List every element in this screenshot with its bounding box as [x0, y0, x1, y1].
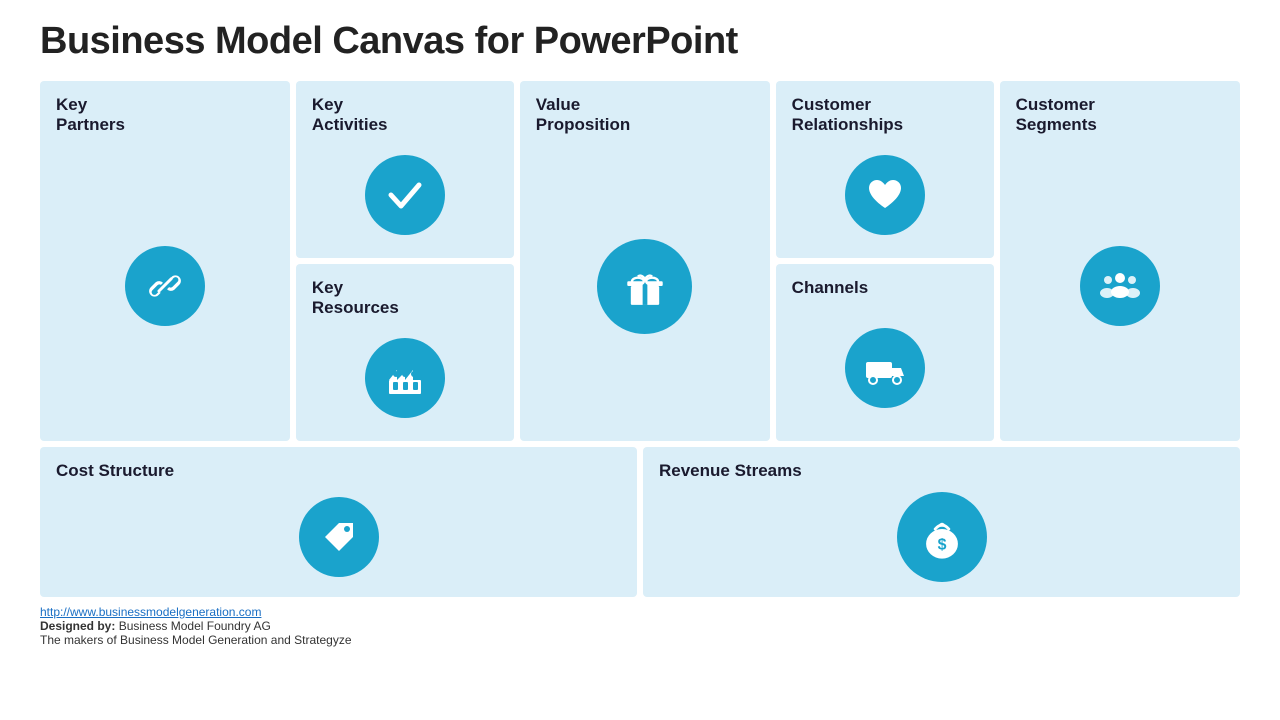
- key-partners-icon-area: [56, 142, 274, 431]
- cell-value-proposition: ValueProposition: [520, 81, 770, 441]
- tag-icon: [317, 515, 361, 559]
- footer-url[interactable]: http://www.businessmodelgeneration.com: [40, 605, 261, 619]
- key-resources-icon-area: [312, 325, 498, 431]
- customer-segments-title: CustomerSegments: [1016, 95, 1097, 136]
- customer-segments-icon-area: [1016, 142, 1224, 431]
- gift-icon: [619, 260, 671, 312]
- key-resources-icon: [365, 338, 445, 418]
- channels-icon-area: [792, 304, 978, 431]
- footer-designer-name: Business Model Foundry AG: [119, 619, 271, 633]
- cell-customer-relationships: CustomerRelationships: [776, 81, 994, 258]
- customer-relationships-title: CustomerRelationships: [792, 95, 903, 136]
- svg-text:$: $: [937, 537, 946, 554]
- truck-icon: [863, 346, 907, 390]
- revenue-streams-icon: $: [897, 492, 987, 582]
- channels-icon: [845, 328, 925, 408]
- cell-key-activities: KeyActivities: [296, 81, 514, 258]
- key-activities-icon: [365, 155, 445, 235]
- customer-stack: CustomerRelationships Channels: [776, 81, 994, 441]
- heart-icon: [863, 173, 907, 217]
- channels-title: Channels: [792, 278, 869, 298]
- page-title: Business Model Canvas for PowerPoint: [40, 20, 1240, 63]
- top-row: KeyPartners KeyActivities: [40, 81, 1240, 441]
- customer-relationships-icon: [845, 155, 925, 235]
- value-proposition-title: ValueProposition: [536, 95, 630, 136]
- checkmark-icon: [383, 173, 427, 217]
- customer-relationships-icon-area: [792, 142, 978, 248]
- canvas-grid: KeyPartners KeyActivities: [40, 81, 1240, 597]
- key-activities-title: KeyActivities: [312, 95, 388, 136]
- cost-structure-title: Cost Structure: [56, 461, 174, 481]
- key-partners-title: KeyPartners: [56, 95, 125, 136]
- activities-resources-stack: KeyActivities KeyResources: [296, 81, 514, 441]
- cell-key-resources: KeyResources: [296, 264, 514, 441]
- footer-tagline: The makers of Business Model Generation …: [40, 633, 352, 647]
- revenue-streams-icon-area: $: [659, 487, 1224, 587]
- footer: http://www.businessmodelgeneration.com D…: [40, 605, 1240, 647]
- cell-key-partners: KeyPartners: [40, 81, 290, 441]
- cell-customer-segments: CustomerSegments: [1000, 81, 1240, 441]
- cost-structure-icon: [299, 497, 379, 577]
- key-partners-icon: [125, 246, 205, 326]
- bottom-row: Cost Structure Revenue Streams: [40, 447, 1240, 597]
- key-activities-icon-area: [312, 142, 498, 248]
- value-proposition-icon-area: [536, 142, 754, 431]
- cost-structure-icon-area: [56, 487, 621, 587]
- cell-channels: Channels: [776, 264, 994, 441]
- factory-icon: [383, 356, 427, 400]
- money-bag-icon: $: [917, 512, 967, 562]
- group-icon: [1098, 264, 1142, 308]
- footer-designer-label: Designed by:: [40, 619, 115, 633]
- cell-revenue-streams: Revenue Streams $: [643, 447, 1240, 597]
- link-icon: [143, 264, 187, 308]
- revenue-streams-title: Revenue Streams: [659, 461, 802, 481]
- value-proposition-icon: [597, 239, 692, 334]
- key-resources-title: KeyResources: [312, 278, 399, 319]
- cell-cost-structure: Cost Structure: [40, 447, 637, 597]
- customer-segments-icon: [1080, 246, 1160, 326]
